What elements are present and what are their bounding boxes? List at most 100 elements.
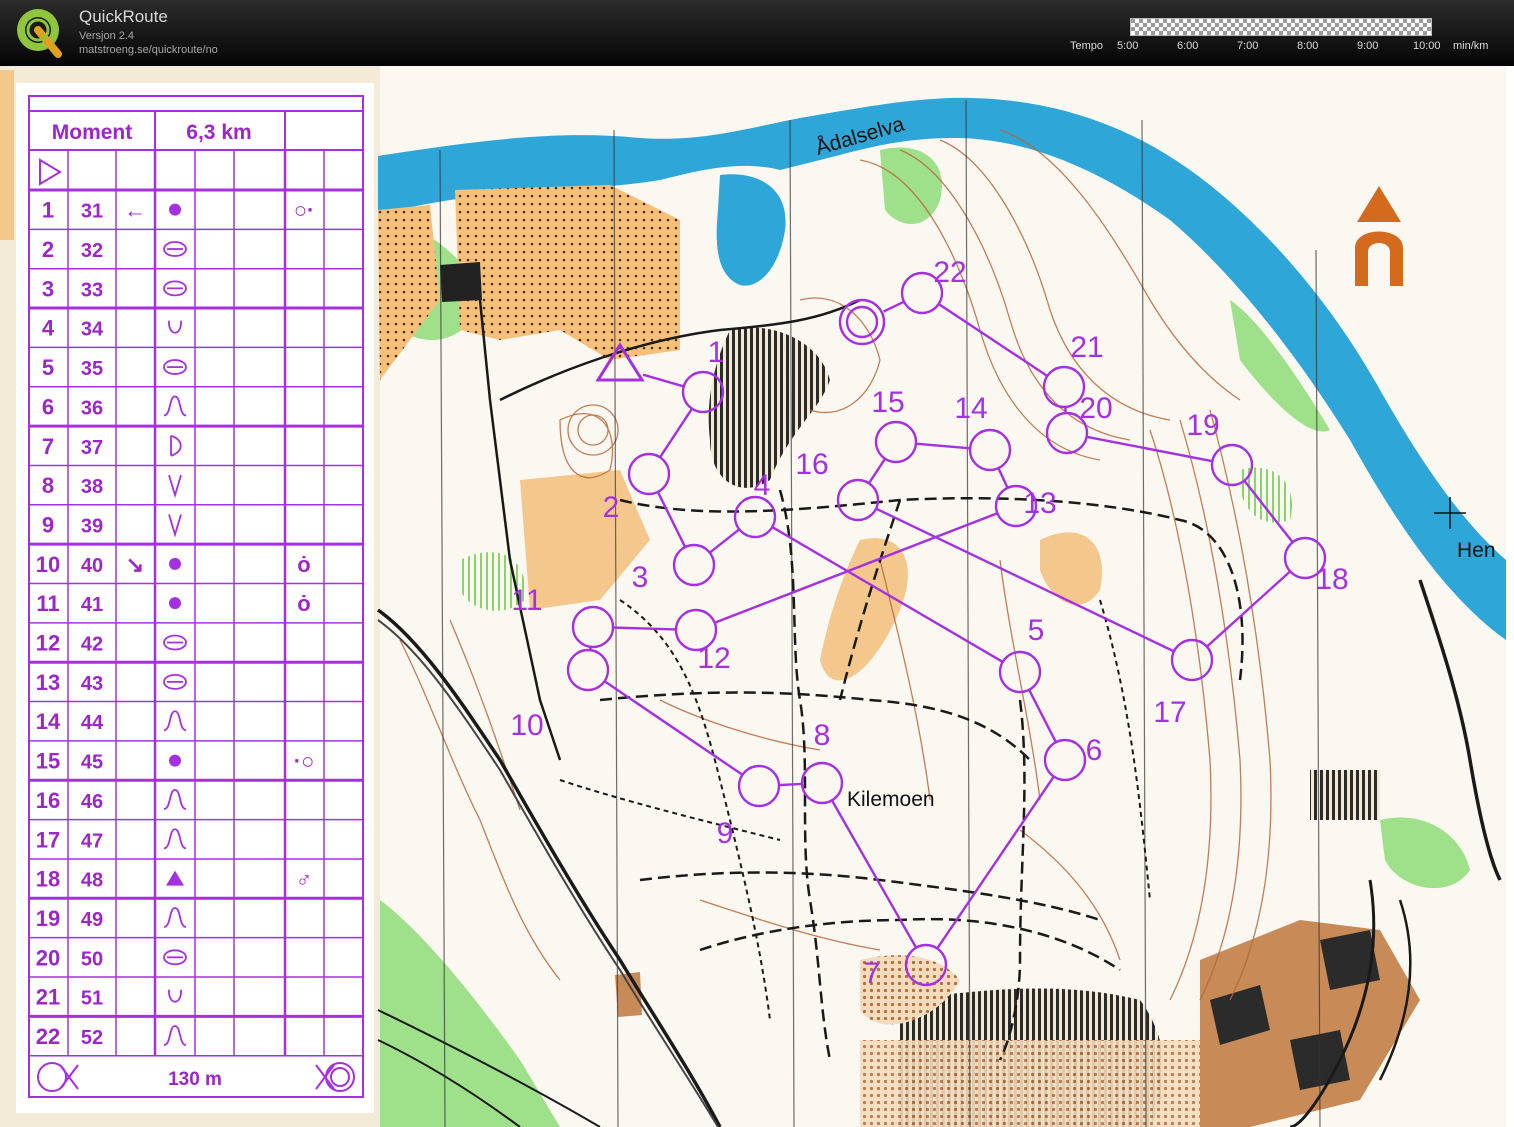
knoll-icon (163, 395, 187, 417)
control-number-label: 21 (1070, 331, 1103, 364)
pace-tick: 8:00 (1297, 40, 1319, 52)
description-row: 17 47 (36, 827, 187, 852)
control-number-label: 16 (795, 448, 828, 481)
control-number-label: 6 (1086, 734, 1103, 767)
control-description-sheet: Moment 6,3 km 1 31 ← ○·2 323 334 345 356 367 378 3… (16, 83, 374, 1113)
course-length: 6,3 km (186, 121, 251, 144)
control-code: 52 (81, 1027, 103, 1049)
pace-unit: min/km (1453, 40, 1489, 52)
control-number-label: 22 (933, 256, 966, 289)
control-code: 46 (81, 791, 103, 813)
control-code: 39 (81, 515, 103, 537)
open-land (0, 70, 14, 240)
app-title: QuickRoute (79, 7, 168, 26)
knoll-icon (163, 907, 187, 928)
control-order: 2 (42, 237, 54, 262)
control-code: 34 (81, 319, 104, 341)
ellipse-icon (163, 673, 187, 690)
description-row: 10 40 ↘ ȯ (36, 552, 311, 577)
knoll-icon (163, 789, 187, 810)
control-order: 11 (36, 591, 59, 616)
control-order: 14 (36, 709, 61, 734)
ellipse-icon (163, 359, 187, 375)
location-detail-icon: ·○ (294, 749, 315, 774)
description-row: 15 45 ·○ (36, 749, 315, 774)
control-order: 20 (36, 945, 60, 970)
control-code: 37 (81, 437, 103, 459)
finish-to-icon (315, 1062, 355, 1092)
control-order: 7 (42, 434, 54, 459)
dot-icon (169, 203, 181, 216)
control-order: 12 (36, 631, 60, 656)
direction-icon: ↘ (126, 552, 144, 577)
control-number-label: 20 (1079, 392, 1112, 425)
control-order: 13 (36, 670, 60, 695)
description-row: 18 48 ♂ (36, 867, 312, 892)
vee-icon (168, 474, 182, 499)
control-code: 47 (81, 830, 103, 852)
course-leg (778, 782, 803, 787)
control-code: 51 (81, 988, 103, 1010)
description-row: 14 44 (36, 709, 187, 734)
control-order: 21 (36, 985, 60, 1010)
control-order: 15 (36, 749, 60, 774)
control-order: 9 (42, 512, 54, 537)
control-order: 8 (42, 473, 54, 498)
open-land (455, 185, 680, 360)
control-code: 44 (81, 712, 104, 734)
finish-from-icon (37, 1062, 79, 1092)
control-code: 50 (81, 948, 103, 970)
control-code: 41 (81, 594, 103, 616)
description-row: 7 37 (42, 434, 182, 459)
direction-icon: ← (124, 198, 146, 223)
description-row: 13 43 (36, 670, 187, 695)
control-code: 33 (81, 279, 103, 301)
place-label: Hen (1457, 539, 1496, 562)
description-row: 9 39 (42, 512, 182, 538)
knoll-icon (163, 710, 187, 732)
control-order: 17 (36, 827, 60, 852)
control-order: 6 (42, 394, 54, 419)
control-number-label: 14 (954, 392, 987, 425)
description-row: 11 41 ȯ (36, 591, 310, 616)
dot-icon (169, 597, 181, 610)
control-number-label: 5 (1028, 614, 1045, 647)
ellipse-icon (163, 241, 187, 257)
control-order: 10 (36, 552, 60, 577)
rough-area (1310, 770, 1380, 820)
location-detail-icon: ○· (294, 198, 315, 223)
description-row: 8 38 (42, 473, 182, 499)
cliff-icon (170, 434, 182, 457)
control-number-label: 17 (1153, 696, 1186, 729)
description-row: 1 31 ← ○· (42, 198, 314, 223)
knoll-icon (163, 1025, 187, 1046)
location-detail-icon: ♂ (296, 867, 313, 892)
control-code: 40 (81, 555, 103, 577)
pace-tick: 7:00 (1237, 40, 1259, 52)
description-row: 16 46 (36, 788, 187, 813)
cup-icon (168, 320, 182, 334)
description-row: 5 35 (42, 355, 187, 380)
control-number-label: 19 (1186, 409, 1219, 442)
control-order: 18 (36, 867, 60, 892)
app-version: Versjon 2.4 (79, 30, 135, 42)
finish-row: 130 m (37, 1062, 355, 1092)
control-code: 42 (81, 634, 103, 656)
control-code: 48 (81, 870, 103, 892)
control-order: 1 (42, 198, 54, 223)
control-order: 16 (36, 788, 60, 813)
finish-distance: 130 m (168, 1069, 222, 1090)
description-row: 4 34 (42, 316, 182, 341)
ellipse-icon (163, 280, 187, 297)
app-url: matstroeng.se/quickroute/no (79, 44, 218, 56)
quickroute-logo (17, 9, 62, 58)
dot-icon (169, 557, 181, 570)
dot-icon (169, 754, 181, 767)
control-order: 19 (36, 906, 60, 931)
control-order: 4 (42, 316, 55, 341)
control-number-label: 2 (603, 491, 620, 524)
control-number-label: 10 (510, 709, 543, 742)
building (440, 262, 482, 302)
building (615, 972, 642, 1017)
rough-area (860, 1040, 1200, 1127)
